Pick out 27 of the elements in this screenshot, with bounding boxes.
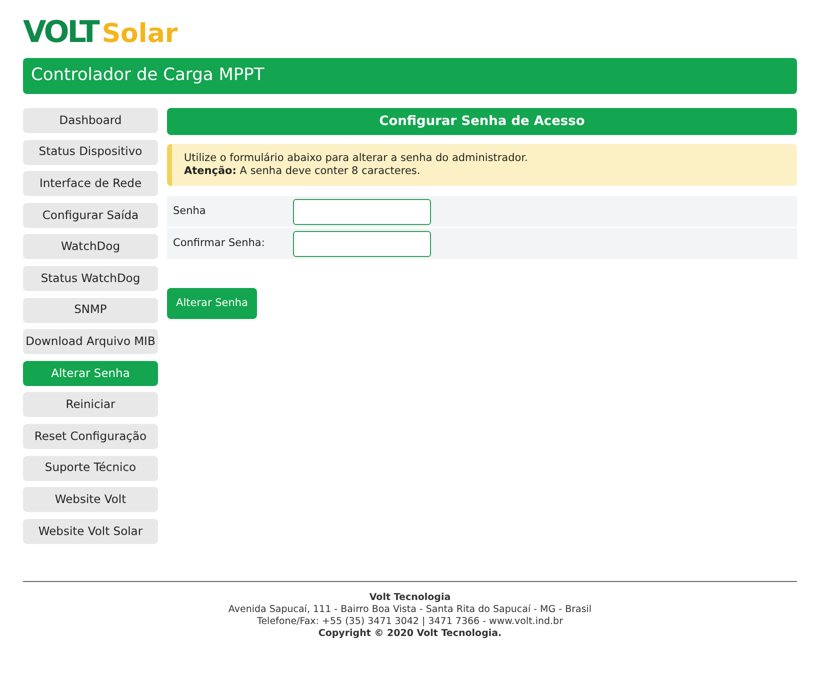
sidebar-item[interactable]: Website Volt Solar <box>23 518 158 544</box>
sidebar-item[interactable]: Suporte Técnico <box>23 456 158 481</box>
footer-text: Avenida Sapucaí, 111 - Bairro Boa Vista - Santa Rita do Sapucaí - MG - Brasil <box>227 604 593 616</box>
sidebar-item[interactable]: Status WatchDog <box>23 266 158 291</box>
sidebar-item[interactable]: SNMP <box>23 298 158 323</box>
brand-logo: VOLT <box>23 17 98 49</box>
footer-text: Telefone/Fax: +55 (35) 3471 3042 | 3471 7366 - www.volt.ind.br <box>256 616 564 628</box>
sidebar-item[interactable]: Download Arquivo MIB <box>23 329 158 354</box>
sidebar-item[interactable]: Interface de Rede <box>23 171 158 196</box>
sidebar-item[interactable]: Status Dispositivo <box>23 140 158 165</box>
footer-text: Copyright © 2020 Volt Tecnologia. <box>317 628 503 640</box>
sidebar-item[interactable]: Dashboard <box>23 108 158 133</box>
product-logo: Solar <box>102 18 178 50</box>
sidebar-item[interactable]: Reiniciar <box>23 392 158 418</box>
sidebar-item[interactable]: Configurar Saída <box>23 202 158 228</box>
panel-title: Configurar Senha de Acesso <box>167 108 797 135</box>
sidebar-item[interactable]: Website Volt <box>23 487 158 512</box>
header-title: Controlador de Carga MPPT <box>23 58 797 94</box>
password-field[interactable] <box>293 198 431 224</box>
field-label: Confirmar Senha: <box>172 236 266 251</box>
field-label: Senha <box>172 204 207 219</box>
password-field[interactable] <box>293 230 431 256</box>
sidebar-item[interactable]: Reset Configuração <box>23 424 158 449</box>
alert-text: Utilize o formulário abaixo para alterar a senha do administrador. <box>184 152 529 165</box>
alert-text: Atenção: A senha deve conter 8 caracteres. <box>184 165 422 178</box>
footer-text: Volt Tecnologia <box>368 592 452 604</box>
sidebar-item[interactable]: WatchDog <box>23 234 158 260</box>
